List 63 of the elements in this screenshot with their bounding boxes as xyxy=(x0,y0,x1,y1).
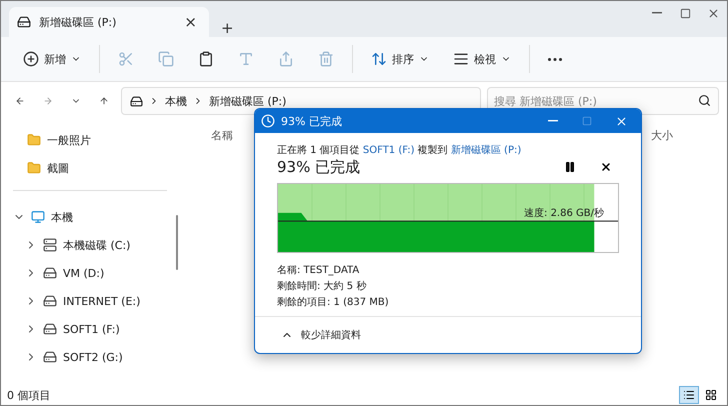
grid-icon xyxy=(705,389,717,401)
share-icon xyxy=(278,51,294,67)
scissors-icon xyxy=(118,51,134,67)
more-icon xyxy=(548,58,562,60)
tab-title: 新增磁碟區 (P:) xyxy=(39,14,118,30)
close-icon xyxy=(614,114,628,128)
sidebar-item[interactable]: 本機 xyxy=(51,210,73,224)
scrollbar[interactable] xyxy=(176,215,178,270)
drive-icon xyxy=(43,350,57,364)
trash-icon xyxy=(318,51,334,67)
drive-icon xyxy=(43,266,57,280)
sidebar-item[interactable]: SOFT1 (F:) xyxy=(63,322,120,336)
new-tab-button[interactable]: + xyxy=(217,19,238,37)
breadcrumb[interactable]: 本機 xyxy=(165,94,187,108)
column-header[interactable]: 名稱 xyxy=(211,128,233,385)
copy-message: 正在將 1 個項目從 SOFT1 (F:) 複製到 新增磁碟區 (P:) xyxy=(277,144,522,157)
sort-button[interactable]: 排序 xyxy=(361,43,439,75)
close-icon xyxy=(706,6,720,20)
detail-line: 名稱: TEST_DATA xyxy=(277,264,360,277)
plus-circle-icon xyxy=(23,51,39,67)
detail-line: 剩餘的項目: 1 (837 MB) xyxy=(277,296,390,309)
sidebar-item[interactable]: VM (D:) xyxy=(63,266,104,280)
pause-icon xyxy=(564,161,576,173)
sidebar-item[interactable]: 一般照片 xyxy=(47,132,91,148)
progress-heading: 93% 已完成 xyxy=(277,158,362,176)
close-tab-button[interactable]: × xyxy=(180,13,201,31)
less-details-button[interactable]: 較少詳細資料 xyxy=(275,327,367,343)
close-icon xyxy=(600,161,612,173)
maximize-icon xyxy=(582,116,592,126)
clock-icon xyxy=(261,114,275,128)
drive-icon xyxy=(43,322,57,336)
clipboard-icon xyxy=(198,51,214,67)
drive-icon xyxy=(130,94,143,108)
sidebar-item[interactable]: SOFT2 (G:) xyxy=(63,350,123,364)
sidebar-item[interactable]: 本機磁碟 (C:) xyxy=(63,238,130,252)
text-icon xyxy=(238,51,254,67)
details-view-button[interactable] xyxy=(679,386,699,404)
folder-icon xyxy=(27,133,41,147)
breadcrumb[interactable]: 新增磁碟區 (P:) xyxy=(209,94,286,108)
new-button[interactable]: 新增 xyxy=(13,43,91,75)
folder-icon xyxy=(27,161,41,175)
minimize-icon xyxy=(548,120,558,122)
drive-link[interactable]: SOFT1 (F:) xyxy=(362,145,414,156)
drive-link[interactable]: 新增磁碟區 (P:) xyxy=(450,145,522,156)
maximize-icon xyxy=(680,8,690,18)
sidebar-item[interactable]: INTERNET (E:) xyxy=(63,294,140,308)
view-button[interactable]: 檢視 xyxy=(443,43,521,75)
drive-icon xyxy=(17,15,31,29)
search-icon xyxy=(698,94,711,107)
item-count: 0 個項目 xyxy=(7,388,50,402)
sidebar-item[interactable]: 截圖 xyxy=(47,160,69,176)
copy-icon xyxy=(158,51,174,67)
minimize-icon xyxy=(652,12,662,14)
dialog-title: 93% 已完成 xyxy=(281,114,343,128)
monitor-icon xyxy=(31,210,45,224)
drive-icon xyxy=(43,238,57,252)
tab[interactable]: 新增磁碟區 (P:) × xyxy=(9,7,209,37)
speed-label: 速度: 2.86 GB/秒 xyxy=(524,206,604,220)
column-header[interactable]: 大小 xyxy=(651,128,727,385)
detail-line: 剩餘時間: 大約 5 秒 xyxy=(277,280,368,293)
lines-icon xyxy=(453,51,469,67)
drive-icon xyxy=(43,294,57,308)
sort-icon xyxy=(371,51,387,67)
